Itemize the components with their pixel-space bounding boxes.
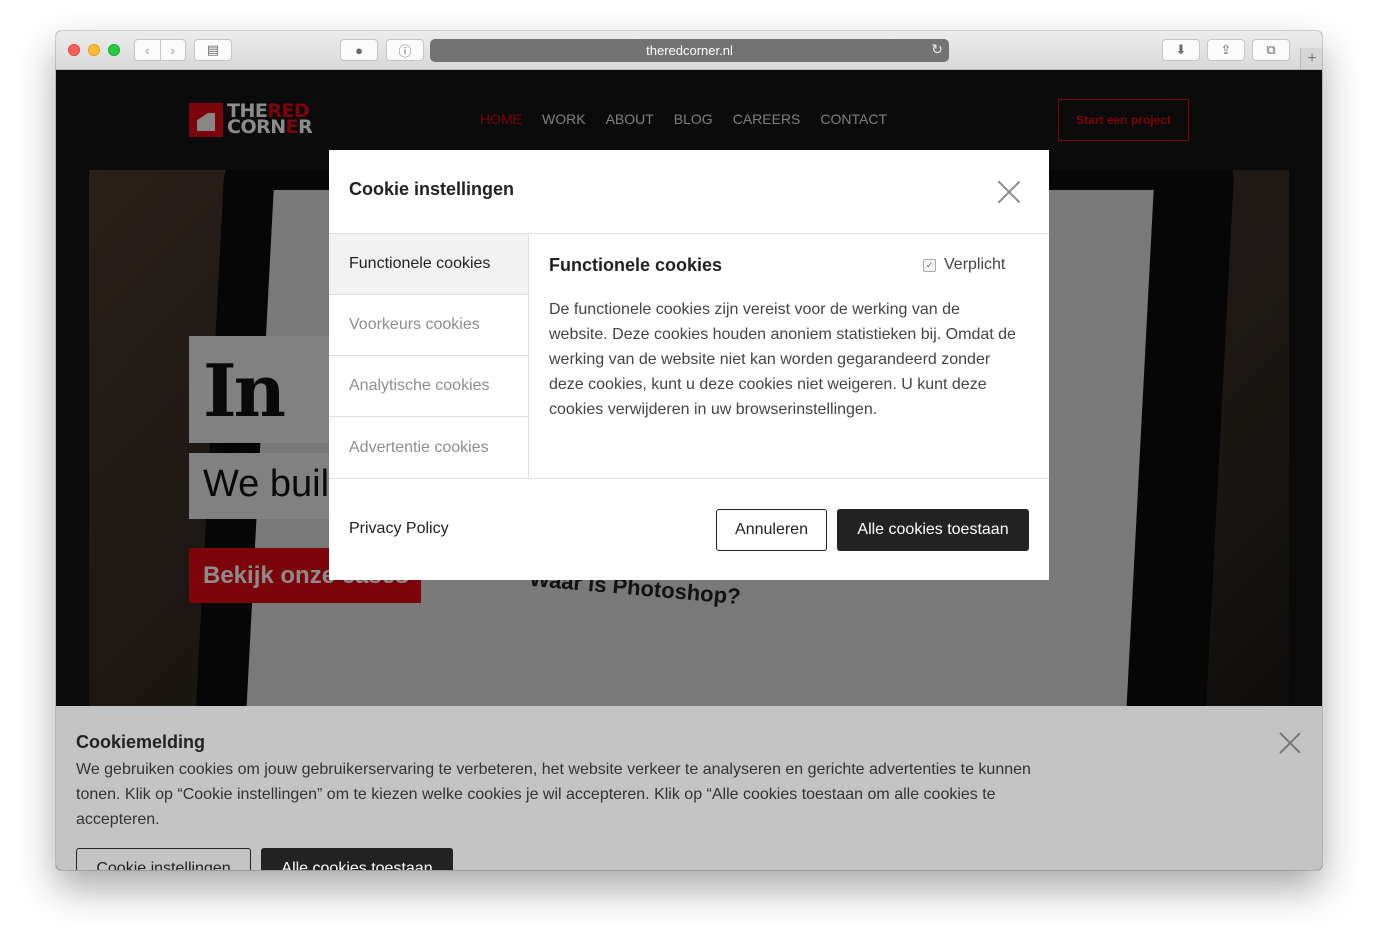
tab-analytics-cookies[interactable]: Analytische cookies xyxy=(329,356,528,417)
web-page: THERED CORNER HOME WORK ABOUT BLOG CAREE… xyxy=(56,70,1322,870)
cookie-category-tabs: Functionele cookies Voorkeurs cookies An… xyxy=(329,234,529,478)
tabs-overview-icon[interactable]: ⧉ xyxy=(1252,39,1290,61)
modal-title: Cookie instellingen xyxy=(349,179,515,199)
required-checkbox: ✓ xyxy=(923,258,936,272)
forward-icon[interactable]: › xyxy=(161,40,186,60)
cookie-settings-button[interactable]: Cookie instellingen xyxy=(76,848,251,870)
close-icon[interactable] xyxy=(997,180,1021,204)
modal-header: Cookie instellingen xyxy=(329,150,1049,234)
required-label: Verplicht xyxy=(944,256,1006,273)
required-toggle: ✓ Verplicht xyxy=(923,256,1005,274)
cookie-category-content: Functionele cookies ✓ Verplicht De funct… xyxy=(529,234,1049,478)
history-nav: ‹ › xyxy=(134,39,186,61)
reload-icon[interactable]: ↻ xyxy=(931,41,943,58)
back-icon[interactable]: ‹ xyxy=(135,40,161,60)
browser-window: ‹ › ▤ ● ⓘ theredcorner.nl ↻ ⬇ ⇪ ⧉ + THER… xyxy=(56,31,1322,870)
address-bar[interactable]: theredcorner.nl ↻ xyxy=(430,39,949,62)
privacy-policy-link[interactable]: Privacy Policy xyxy=(349,520,449,538)
modal-footer: Privacy Policy Annuleren Alle cookies to… xyxy=(329,478,1049,580)
tab-preference-cookies[interactable]: Voorkeurs cookies xyxy=(329,295,528,356)
downloads-icon[interactable]: ⬇ xyxy=(1162,39,1200,61)
zoom-window-button[interactable] xyxy=(108,44,120,56)
new-tab-button[interactable]: + xyxy=(1300,48,1322,69)
banner-text: We gebruiken cookies om jouw gebruikerse… xyxy=(76,761,1031,828)
accept-all-cookies-button[interactable]: Alle cookies toestaan xyxy=(837,509,1029,551)
browser-toolbar: ‹ › ▤ ● ⓘ theredcorner.nl ↻ ⬇ ⇪ ⧉ + xyxy=(56,31,1322,70)
cookie-settings-modal: Cookie instellingen Functionele cookies … xyxy=(329,150,1049,580)
info-icon[interactable]: ⓘ xyxy=(386,39,424,61)
category-title: Functionele cookies xyxy=(549,255,723,275)
banner-title: Cookiemelding xyxy=(76,732,206,752)
url-text: theredcorner.nl xyxy=(646,43,733,58)
banner-accept-all-button[interactable]: Alle cookies toestaan xyxy=(261,848,453,870)
share-icon[interactable]: ⇪ xyxy=(1207,39,1245,61)
banner-close-icon[interactable] xyxy=(1279,732,1301,754)
tab-advertising-cookies[interactable]: Advertentie cookies xyxy=(329,417,528,478)
close-window-button[interactable] xyxy=(68,44,80,56)
cancel-button[interactable]: Annuleren xyxy=(716,509,827,551)
category-description: De functionele cookies zijn vereist voor… xyxy=(549,301,1016,418)
cookie-banner: Cookiemelding We gebruiken cookies om jo… xyxy=(56,706,1322,870)
privacy-extension-icon[interactable]: ● xyxy=(340,39,378,61)
sidebar-toggle-icon[interactable]: ▤ xyxy=(194,39,232,61)
minimize-window-button[interactable] xyxy=(88,44,100,56)
tab-functional-cookies[interactable]: Functionele cookies xyxy=(329,234,528,295)
